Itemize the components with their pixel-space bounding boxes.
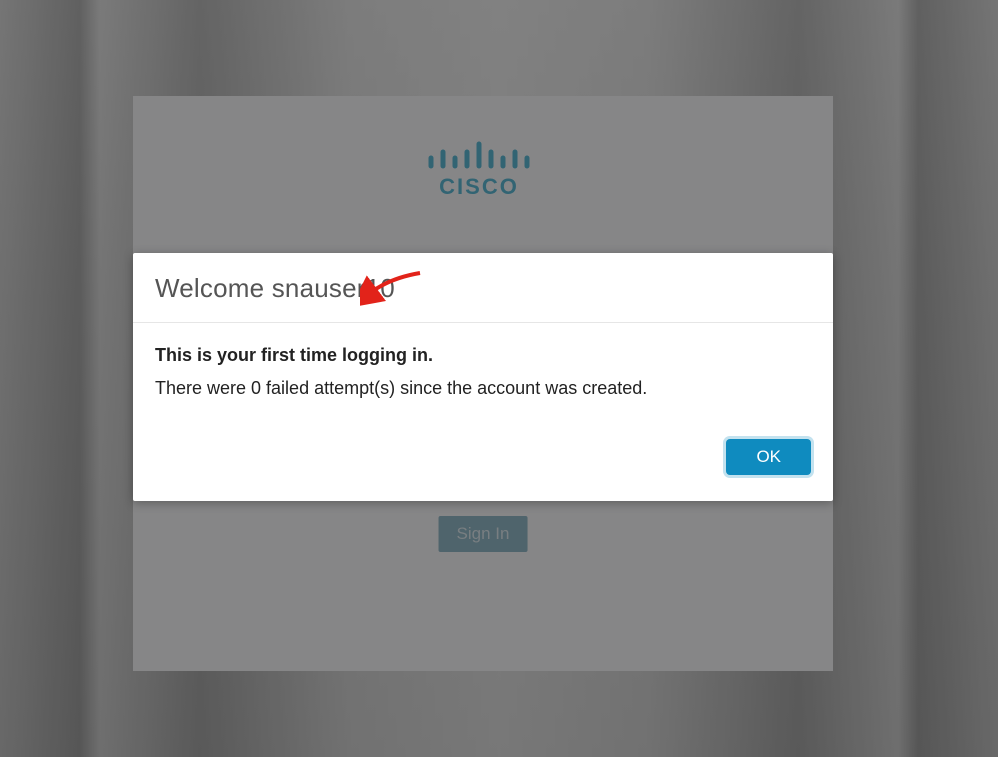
- ok-button[interactable]: OK: [726, 439, 811, 475]
- dialog-footer: OK: [133, 439, 833, 501]
- failed-attempts-message: There were 0 failed attempt(s) since the…: [155, 378, 811, 399]
- dialog-body: This is your first time logging in. Ther…: [133, 323, 833, 439]
- dialog-title: Welcome snauser10: [155, 273, 395, 303]
- welcome-dialog: Welcome snauser10 This is your first tim…: [133, 253, 833, 501]
- first-time-message: This is your first time logging in.: [155, 345, 811, 366]
- dialog-header: Welcome snauser10: [133, 253, 833, 323]
